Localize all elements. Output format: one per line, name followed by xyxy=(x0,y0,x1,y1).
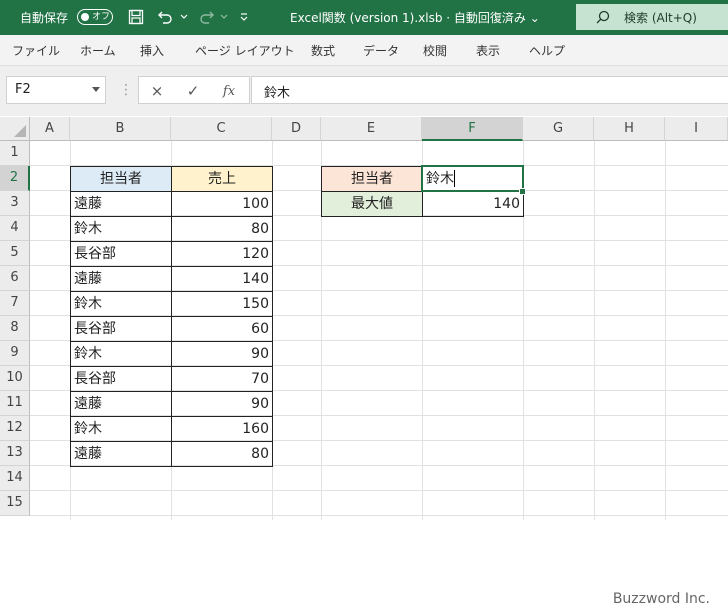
autosave-toggle[interactable]: オフ xyxy=(77,9,113,25)
table-cell-name[interactable]: 鈴木 xyxy=(70,216,172,242)
name-box[interactable]: F2 xyxy=(6,76,106,104)
table-cell-sales[interactable]: 80 xyxy=(171,441,273,467)
column-header-d[interactable]: D xyxy=(272,117,321,141)
search-box[interactable]: 検索 (Alt+Q) xyxy=(576,4,728,30)
table-cell-sales[interactable]: 70 xyxy=(171,366,273,392)
lookup-label-tantousha[interactable]: 担当者 xyxy=(321,166,423,192)
tab-formulas[interactable]: 数式 xyxy=(311,42,335,59)
gridline xyxy=(594,141,595,520)
column-header-b[interactable]: B xyxy=(70,117,171,141)
table-cell-name[interactable]: 長谷部 xyxy=(70,241,172,267)
window-title[interactable]: Excel関数 (version 1).xlsb · 自動回復済み ⌄ xyxy=(290,9,540,26)
fill-handle[interactable] xyxy=(519,188,526,195)
table-cell-name[interactable]: 遠藤 xyxy=(70,441,172,467)
title-bar: 自動保存 オフ Excel関数 (version 1).xlsb · 自動回復済… xyxy=(0,0,728,35)
column-header-c[interactable]: C xyxy=(171,117,272,141)
row-header-2[interactable]: 2 xyxy=(0,166,30,191)
gridline xyxy=(665,141,666,520)
table-cell-sales[interactable]: 150 xyxy=(171,291,273,317)
insert-function-icon[interactable]: fx xyxy=(219,81,239,101)
column-header-g[interactable]: G xyxy=(523,117,594,141)
toggle-knob xyxy=(81,13,89,21)
search-icon xyxy=(596,10,610,24)
table-cell-name[interactable]: 遠藤 xyxy=(70,391,172,417)
row-header-6[interactable]: 6 xyxy=(0,266,30,291)
row-header-1[interactable]: 1 xyxy=(0,141,30,166)
table-header-uriage[interactable]: 売上 xyxy=(171,166,273,192)
row-header-14[interactable]: 14 xyxy=(0,466,30,491)
redo-icon[interactable] xyxy=(196,7,216,27)
table-cell-sales[interactable]: 80 xyxy=(171,216,273,242)
tab-file[interactable]: ファイル xyxy=(12,42,60,59)
worksheet-grid: A B C D E F G H I 1 2 3 4 5 6 7 8 9 10 1… xyxy=(0,117,728,607)
autosave-state: オフ xyxy=(92,12,111,22)
tab-review[interactable]: 校閲 xyxy=(423,42,447,59)
table-cell-sales[interactable]: 120 xyxy=(171,241,273,267)
table-cell-name[interactable]: 長谷部 xyxy=(70,316,172,342)
table-cell-sales[interactable]: 100 xyxy=(171,191,273,217)
table-header-tantousha[interactable]: 担当者 xyxy=(70,166,172,192)
watermark: Buzzword Inc. xyxy=(612,591,710,607)
more-options-icon[interactable]: ⋮ xyxy=(119,82,133,98)
row-header-15[interactable]: 15 xyxy=(0,491,30,516)
undo-dropdown-icon[interactable] xyxy=(174,7,194,27)
redo-dropdown-icon[interactable] xyxy=(214,7,234,27)
table-cell-name[interactable]: 遠藤 xyxy=(70,191,172,217)
row-header-11[interactable]: 11 xyxy=(0,391,30,416)
row-header-3[interactable]: 3 xyxy=(0,191,30,216)
tab-home[interactable]: ホーム xyxy=(80,42,116,59)
select-all-button[interactable] xyxy=(0,117,30,141)
text-cursor xyxy=(454,170,455,187)
table-cell-sales[interactable]: 90 xyxy=(171,341,273,367)
row-header-12[interactable]: 12 xyxy=(0,416,30,441)
column-header-h[interactable]: H xyxy=(594,117,665,141)
table-cell-sales[interactable]: 60 xyxy=(171,316,273,342)
column-header-i[interactable]: I xyxy=(665,117,728,141)
row-header-13[interactable]: 13 xyxy=(0,441,30,466)
table-cell-name[interactable]: 鈴木 xyxy=(70,416,172,442)
tab-view[interactable]: 表示 xyxy=(476,42,500,59)
table-cell-name[interactable]: 遠藤 xyxy=(70,266,172,292)
table-cell-name[interactable]: 鈴木 xyxy=(70,291,172,317)
tab-page-layout[interactable]: ページ レイアウト xyxy=(195,42,295,59)
table-cell-sales[interactable]: 160 xyxy=(171,416,273,442)
column-header-a[interactable]: A xyxy=(30,117,70,141)
autosave-label: 自動保存 xyxy=(20,11,69,25)
row-header-5[interactable]: 5 xyxy=(0,241,30,266)
table-cell-sales[interactable]: 140 xyxy=(171,266,273,292)
table-cell-name[interactable]: 長谷部 xyxy=(70,366,172,392)
formula-buttons: × ✓ fx xyxy=(138,76,250,104)
formula-input[interactable]: 鈴木 xyxy=(251,76,728,104)
column-header-e[interactable]: E xyxy=(321,117,422,141)
customize-toolbar-icon[interactable] xyxy=(234,7,254,27)
row-header-8[interactable]: 8 xyxy=(0,316,30,341)
save-icon[interactable] xyxy=(126,7,146,27)
formula-text: 鈴木 xyxy=(264,86,291,101)
row-header-7[interactable]: 7 xyxy=(0,291,30,316)
tab-data[interactable]: データ xyxy=(363,42,399,59)
tab-help[interactable]: ヘルプ xyxy=(529,42,565,59)
table-cell-name[interactable]: 鈴木 xyxy=(70,341,172,367)
lookup-value-max[interactable]: 140 xyxy=(422,191,524,217)
row-header-4[interactable]: 4 xyxy=(0,216,30,241)
chevron-down-icon[interactable] xyxy=(92,87,100,92)
undo-icon[interactable] xyxy=(156,7,176,27)
formula-bar: F2 ⋮ × ✓ fx 鈴木 xyxy=(0,66,728,116)
ribbon-tabs: ファイル ホーム 挿入 ページ レイアウト 数式 データ 校閲 表示 ヘルプ xyxy=(0,35,728,66)
enter-icon[interactable]: ✓ xyxy=(183,81,203,101)
lookup-label-max[interactable]: 最大値 xyxy=(321,191,423,217)
select-all-triangle-icon xyxy=(14,125,26,137)
name-box-value: F2 xyxy=(15,82,31,97)
row-header-10[interactable]: 10 xyxy=(0,366,30,391)
table-cell-sales[interactable]: 90 xyxy=(171,391,273,417)
column-header-f[interactable]: F xyxy=(422,117,523,141)
active-cell-indicator xyxy=(421,165,524,192)
search-label: 検索 (Alt+Q) xyxy=(624,11,697,25)
row-header-9[interactable]: 9 xyxy=(0,341,30,366)
tab-insert[interactable]: 挿入 xyxy=(140,42,164,59)
cancel-icon[interactable]: × xyxy=(147,81,167,101)
